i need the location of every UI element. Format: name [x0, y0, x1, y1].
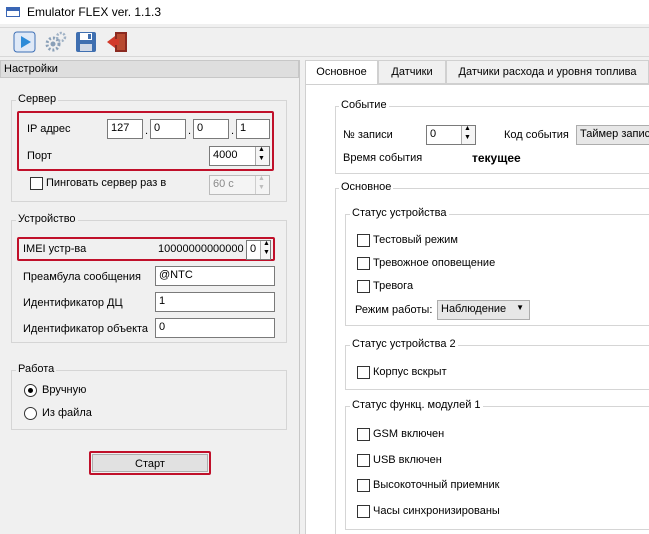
device-group-label: Устройство [16, 213, 78, 225]
alarm-notify-label: Тревожное оповещение [373, 257, 496, 269]
window-title: Emulator FLEX ver. 1.1.3 [27, 5, 162, 19]
gsm-label: GSM включен [373, 428, 445, 440]
settings-header: Настройки [0, 60, 299, 78]
mode-label: Режим работы: [355, 304, 433, 316]
alarm-label: Тревога [373, 280, 414, 292]
port-spinner[interactable] [255, 147, 269, 165]
test-mode-checkbox[interactable] [357, 234, 370, 247]
obj-id-input[interactable]: 0 [155, 318, 275, 338]
event-time-value: текущее [472, 151, 521, 165]
alarm-checkbox[interactable] [357, 280, 370, 293]
ping-label: Пинговать сервер раз в [46, 177, 167, 189]
save-icon[interactable] [74, 30, 98, 54]
play-icon[interactable] [13, 30, 37, 54]
title-bar: Emulator FLEX ver. 1.1.3 [0, 0, 649, 24]
dc-id-input[interactable]: 1 [155, 292, 275, 312]
gears-icon[interactable] [44, 30, 68, 54]
alarm-notify-checkbox[interactable] [357, 257, 370, 270]
basic-group-label: Основное [339, 181, 394, 193]
work-group [11, 370, 287, 430]
preamble-label: Преамбула сообщения [23, 271, 141, 283]
file-label: Из файла [42, 407, 92, 419]
manual-radio[interactable] [24, 384, 37, 397]
obj-id-label: Идентификатор объекта [23, 323, 149, 335]
exit-icon[interactable] [105, 30, 129, 54]
test-mode-label: Тестовый режим [373, 234, 458, 246]
chevron-down-icon: ▼ [516, 303, 524, 312]
case-open-label: Корпус вскрыт [373, 366, 447, 378]
ping-interval-input[interactable]: 60 с [209, 175, 270, 195]
event-code-label: Код события [504, 129, 569, 141]
ip-octet-4[interactable]: 1 [236, 119, 270, 139]
server-group-label: Сервер [16, 93, 59, 105]
file-radio[interactable] [24, 407, 37, 420]
usb-checkbox[interactable] [357, 454, 370, 467]
ip-octet-1[interactable]: 127 [107, 119, 143, 139]
tab-basic[interactable]: Основное [305, 60, 378, 85]
start-button[interactable]: Старт [92, 454, 208, 472]
gsm-checkbox[interactable] [357, 428, 370, 441]
dc-id-label: Идентификатор ДЦ [23, 297, 123, 309]
event-group-label: Событие [339, 99, 389, 111]
app-icon [6, 7, 20, 17]
imei-label: IMEI устр-ва [23, 243, 87, 255]
event-time-label: Время события [343, 152, 423, 164]
usb-label: USB включен [373, 454, 442, 466]
mode-select[interactable]: Наблюдение ▼ [437, 300, 530, 320]
ping-spinner[interactable] [255, 176, 269, 194]
toolbar [0, 27, 649, 57]
device-status-label: Статус устройства [350, 207, 449, 219]
work-group-label: Работа [16, 363, 57, 375]
gnss-checkbox[interactable] [357, 479, 370, 492]
tab-fuel-sensors[interactable]: Датчики расхода и уровня топлива [446, 60, 649, 84]
preamble-input[interactable]: @NTC [155, 266, 275, 286]
imei-spinner[interactable] [260, 241, 270, 259]
ip-octet-3[interactable]: 0 [193, 119, 229, 139]
tab-sensors[interactable]: Датчики [378, 60, 446, 84]
port-input[interactable]: 4000 [209, 146, 270, 166]
record-spinner[interactable] [461, 126, 475, 144]
ping-checkbox[interactable] [30, 177, 43, 190]
event-code-select[interactable]: Таймер записи [576, 125, 649, 145]
manual-label: Вручную [42, 384, 87, 396]
clock-sync-label: Часы синхронизированы [373, 505, 500, 517]
imei-value[interactable]: 100000000000000 [158, 243, 244, 255]
ip-label: IP адрес [27, 123, 71, 135]
clock-sync-checkbox[interactable] [357, 505, 370, 518]
record-label: № записи [343, 129, 393, 141]
record-input[interactable]: 0 [426, 125, 476, 145]
case-open-checkbox[interactable] [357, 366, 370, 379]
panel-divider [299, 60, 300, 534]
gnss-label: Высокоточный приемник [373, 479, 500, 491]
modules-status-label: Статус функц. модулей 1 [350, 399, 483, 411]
device-status2-label: Статус устройства 2 [350, 338, 458, 350]
ip-octet-2[interactable]: 0 [150, 119, 186, 139]
imei-spin-input[interactable]: 0 [246, 240, 271, 260]
port-label: Порт [27, 150, 52, 162]
